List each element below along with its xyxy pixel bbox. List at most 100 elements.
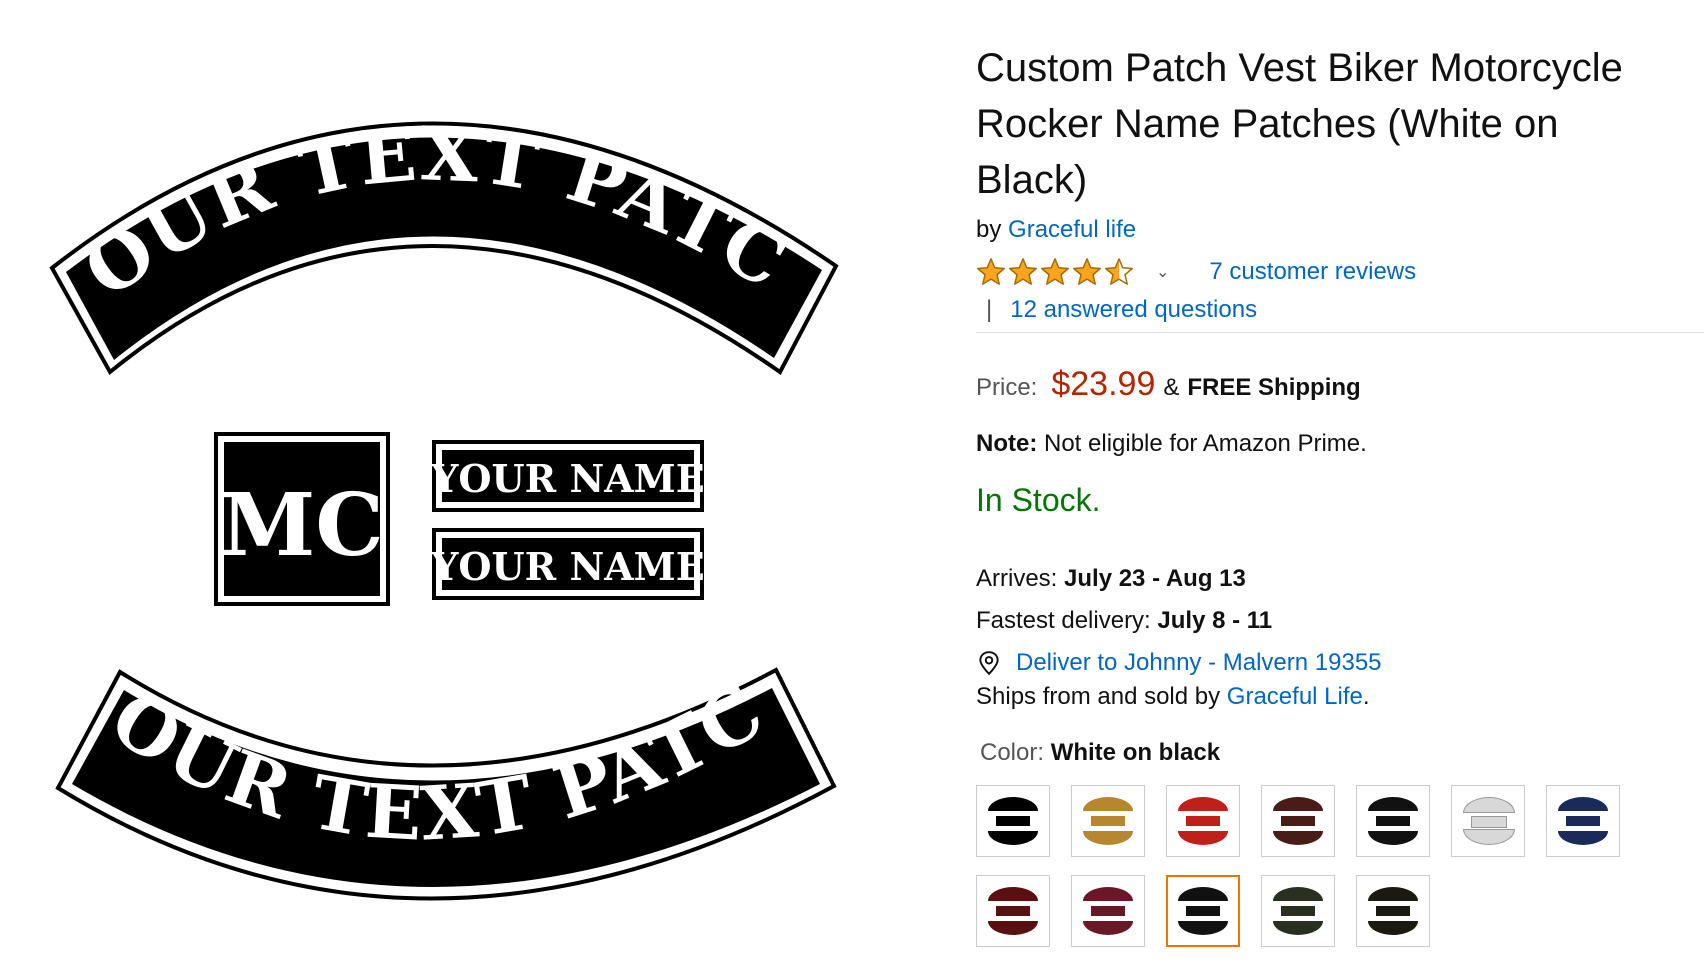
swatch-thumbnail [1554, 793, 1612, 849]
arrives-value: July 23 - Aug 13 [1064, 565, 1246, 592]
star-full-icon [1073, 258, 1101, 285]
brand-link[interactable]: Graceful life [1008, 216, 1136, 243]
mc-text: MC [220, 475, 384, 576]
color-swatches [976, 785, 1704, 947]
swatch-name-bar [1281, 816, 1315, 826]
swatch-name-bar [996, 906, 1030, 916]
star-half-icon [1105, 258, 1133, 285]
swatch-bottom-rocker [988, 921, 1038, 935]
swatch-thumbnail [1459, 793, 1517, 849]
swatch-name-bar [1091, 816, 1125, 826]
swatch-top-rocker [1463, 797, 1515, 813]
color-swatch-9[interactable] [1071, 875, 1145, 947]
separator: | [986, 296, 993, 323]
swatch-bottom-rocker [1273, 921, 1323, 935]
deliver-to-row: Deliver to Johnny - Malvern 19355 [976, 649, 1704, 677]
stock-status: In Stock. [976, 482, 1101, 518]
color-swatch-3[interactable] [1166, 785, 1240, 857]
swatch-top-rocker [988, 797, 1038, 811]
swatch-bottom-rocker [1463, 829, 1515, 845]
customer-reviews-link[interactable]: 7 customer reviews [1209, 258, 1416, 286]
price-label: Price: [976, 374, 1038, 401]
color-swatch-11[interactable] [1261, 875, 1335, 947]
swatch-bottom-rocker [1178, 921, 1228, 935]
swatch-thumbnail [1269, 793, 1327, 849]
answered-questions-link[interactable]: 12 answered questions [1010, 296, 1257, 324]
swatch-top-rocker [1558, 797, 1608, 811]
swatch-thumbnail [1079, 883, 1137, 939]
note-text: Not eligible for Amazon Prime. [1044, 430, 1367, 457]
swatch-name-bar [1471, 816, 1507, 828]
swatch-top-rocker [1273, 797, 1323, 811]
location-pin-icon [979, 651, 999, 676]
swatch-name-bar [1186, 816, 1220, 826]
swatch-bottom-rocker [988, 831, 1038, 845]
color-label: Color: [980, 739, 1045, 766]
prime-note: Note: Not eligible for Amazon Prime. [976, 430, 1704, 458]
arrives-label: Arrives: [976, 565, 1058, 592]
product-details: Custom Patch Vest Biker Motorcycle Rocke… [976, 40, 1704, 947]
ships-prefix: Ships from and sold by [976, 683, 1221, 710]
color-value: White on black [1050, 739, 1221, 766]
color-swatch-10[interactable] [1166, 875, 1240, 947]
swatch-bottom-rocker [1273, 831, 1323, 845]
swatch-name-bar [1281, 906, 1315, 916]
price-row: Price: $23.99 & FREE Shipping [976, 365, 1704, 404]
swatch-thumbnail [1269, 883, 1327, 939]
fastest-delivery-row: Fastest delivery: July 8 - 11 [976, 607, 1704, 635]
swatch-bottom-rocker [1083, 831, 1133, 845]
color-swatch-6[interactable] [1451, 785, 1525, 857]
color-swatch-12[interactable] [1356, 875, 1430, 947]
star-full-icon [1041, 258, 1069, 285]
star-full-icon [1009, 258, 1037, 285]
ships-suffix: . [1362, 683, 1370, 710]
arrives-row: Arrives: July 23 - Aug 13 [976, 565, 1704, 593]
ships-from-row: Ships from and sold by Graceful Life. [976, 683, 1704, 711]
fastest-label: Fastest delivery: [976, 607, 1151, 634]
swatch-name-bar [1376, 816, 1410, 826]
swatch-thumbnail [1079, 793, 1137, 849]
swatch-name-bar [1566, 816, 1600, 826]
swatch-bottom-rocker [1178, 831, 1228, 845]
color-swatch-5[interactable] [1356, 785, 1430, 857]
swatch-top-rocker [988, 887, 1038, 901]
patch-set-illustration: YOUR TEXT PATCH MC YOUR NAME YOUR NAME Y… [0, 0, 839, 901]
swatch-name-bar [996, 816, 1030, 826]
name-patch-1-text: YOUR NAME [430, 456, 704, 501]
swatch-thumbnail [984, 883, 1042, 939]
swatch-name-bar [1186, 906, 1220, 916]
price-value: $23.99 [1051, 365, 1156, 403]
seller-link[interactable]: Graceful Life [1227, 683, 1363, 710]
color-swatch-2[interactable] [1071, 785, 1145, 857]
product-image[interactable]: YOUR TEXT PATCH MC YOUR NAME YOUR NAME Y… [0, 0, 930, 966]
color-swatch-1[interactable] [976, 785, 1050, 857]
swatch-top-rocker [1178, 887, 1228, 901]
swatch-thumbnail [1174, 883, 1232, 939]
swatch-bottom-rocker [1368, 831, 1418, 845]
swatch-thumbnail [1174, 793, 1232, 849]
swatch-bottom-rocker [1368, 921, 1418, 935]
color-selection: Color: White on black [980, 739, 1704, 767]
byline: by Graceful life [976, 216, 1704, 244]
swatch-top-rocker [1368, 797, 1418, 811]
free-shipping: FREE Shipping [1187, 374, 1361, 401]
swatch-name-bar [1376, 906, 1410, 916]
swatch-top-rocker [1083, 797, 1133, 811]
chevron-down-icon[interactable]: ⌄ [1156, 262, 1169, 282]
deliver-to-link[interactable]: Deliver to Johnny - Malvern 19355 [1016, 649, 1382, 677]
swatch-top-rocker [1178, 797, 1228, 811]
by-label: by [976, 216, 1002, 243]
color-swatch-8[interactable] [976, 875, 1050, 947]
swatch-bottom-rocker [1558, 831, 1608, 845]
rating-row: ⌄ 7 customer reviews [976, 256, 1704, 288]
color-swatch-7[interactable] [1546, 785, 1620, 857]
star-full-icon [977, 258, 1005, 285]
swatch-thumbnail [984, 793, 1042, 849]
swatch-bottom-rocker [1083, 921, 1133, 935]
color-swatch-4[interactable] [1261, 785, 1335, 857]
fastest-value: July 8 - 11 [1157, 607, 1273, 634]
note-label: Note: [976, 430, 1038, 457]
star-rating[interactable] [976, 257, 1134, 287]
ampersand: & [1163, 374, 1180, 401]
swatch-top-rocker [1273, 887, 1323, 901]
